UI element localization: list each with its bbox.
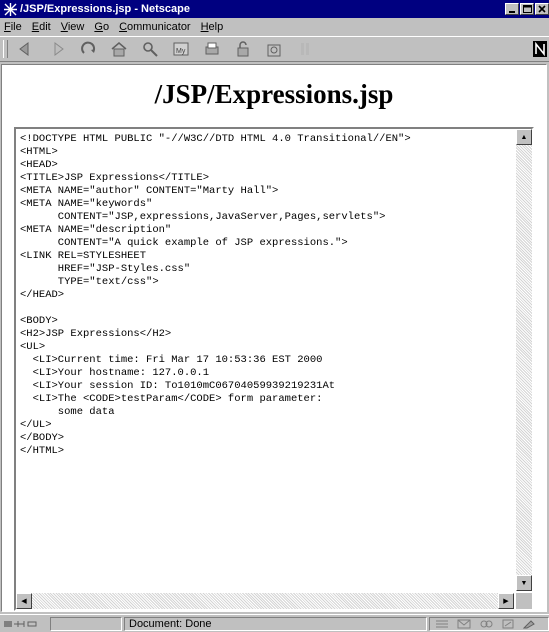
code-line: <TITLE>JSP Expressions</TITLE>	[20, 172, 210, 184]
print-icon[interactable]	[202, 39, 222, 59]
home-icon[interactable]	[109, 39, 129, 59]
shop-icon[interactable]	[264, 39, 284, 59]
code-line: <HEAD>	[20, 159, 58, 171]
code-line: some data	[20, 406, 115, 418]
horizontal-scrollbar[interactable]: ◀ ▶	[16, 593, 514, 609]
code-line: CONTENT="A quick example of JSP expressi…	[20, 237, 348, 249]
mail-icon[interactable]	[456, 618, 472, 630]
menu-file[interactable]: File	[4, 21, 22, 33]
menu-edit[interactable]: Edit	[32, 21, 51, 33]
code-line: <LI>Your hostname: 127.0.0.1	[20, 367, 210, 379]
code-line: <META NAME="author" CONTENT="Marty Hall"…	[20, 185, 279, 197]
code-line: <HTML>	[20, 146, 58, 158]
vertical-scrollbar[interactable]: ▲ ▼	[516, 129, 532, 591]
code-line: <META NAME="description"	[20, 224, 172, 236]
editor-icon[interactable]	[522, 618, 538, 630]
menu-go[interactable]: Go	[94, 21, 109, 33]
security-icon[interactable]	[233, 39, 253, 59]
scroll-down-button[interactable]: ▼	[516, 575, 532, 591]
forward-icon[interactable]	[47, 39, 67, 59]
search-icon[interactable]	[140, 39, 160, 59]
netscape-app-icon[interactable]	[3, 2, 17, 16]
scroll-corner	[516, 593, 532, 609]
stop-icon[interactable]	[295, 39, 315, 59]
code-line: <LINK REL=STYLESHEET	[20, 250, 147, 262]
netscape-throbber-icon[interactable]	[533, 41, 547, 57]
code-line: TYPE="text/css">	[20, 276, 159, 288]
code-line: <H2>JSP Expressions</H2>	[20, 328, 172, 340]
svg-text:My: My	[176, 48, 186, 55]
code-line: </HEAD>	[20, 289, 65, 301]
page-heading: /JSP/Expressions.jsp	[154, 79, 394, 109]
component-bar	[429, 616, 549, 631]
minimize-button[interactable]	[505, 3, 519, 15]
code-line: </HTML>	[20, 445, 65, 457]
code-line: <UL>	[20, 341, 46, 353]
scroll-right-button[interactable]: ▶	[498, 593, 514, 609]
scroll-left-button[interactable]: ◀	[16, 593, 32, 609]
progress-bar	[50, 616, 122, 631]
toolbar-grip[interactable]	[3, 40, 8, 58]
code-line: <!DOCTYPE HTML PUBLIC "-//W3C//DTD HTML …	[20, 133, 411, 145]
page-content: /JSP/Expressions.jsp <!DOCTYPE HTML PUBL…	[1, 64, 547, 612]
code-line: <META NAME="keywords"	[20, 198, 153, 210]
navigation-toolbar: My	[0, 36, 549, 62]
menu-help[interactable]: Help	[201, 21, 224, 33]
code-line: </UL>	[20, 419, 52, 431]
newsgroups-icon[interactable]	[478, 618, 494, 630]
code-line: <LI>Your session ID: To1010mC06704059939…	[20, 380, 336, 392]
navigator-icon[interactable]	[434, 618, 450, 630]
title-bar: /JSP/Expressions.jsp - Netscape	[0, 0, 549, 18]
menu-communicator[interactable]: Communicator	[119, 21, 191, 33]
source-code-textarea[interactable]: <!DOCTYPE HTML PUBLIC "-//W3C//DTD HTML …	[14, 127, 534, 611]
code-line: HREF="JSP-Styles.css"	[20, 263, 191, 275]
close-button[interactable]	[535, 3, 549, 15]
code-line: </BODY>	[20, 432, 65, 444]
code-text: <!DOCTYPE HTML PUBLIC "-//W3C//DTD HTML …	[16, 129, 514, 591]
window-title: /JSP/Expressions.jsp - Netscape	[20, 3, 190, 15]
code-line: CONTENT="JSP,expressions,JavaServer,Page…	[20, 211, 386, 223]
status-bar: Document: Done	[0, 614, 549, 632]
back-icon[interactable]	[16, 39, 36, 59]
menu-bar: File Edit View Go Communicator Help	[0, 18, 549, 36]
code-line: <LI>Current time: Fri Mar 17 10:53:36 ES…	[20, 354, 323, 366]
menu-view[interactable]: View	[61, 21, 85, 33]
scroll-up-button[interactable]: ▲	[516, 129, 532, 145]
my-netscape-icon[interactable]: My	[171, 39, 191, 59]
code-line: <BODY>	[20, 315, 58, 327]
composer-icon[interactable]	[500, 618, 516, 630]
reload-icon[interactable]	[78, 39, 98, 59]
status-text: Document: Done	[124, 616, 427, 631]
code-line: <LI>The <CODE>testParam</CODE> form para…	[20, 393, 323, 405]
maximize-button[interactable]	[520, 3, 534, 15]
connection-indicator-icon[interactable]	[0, 617, 48, 631]
